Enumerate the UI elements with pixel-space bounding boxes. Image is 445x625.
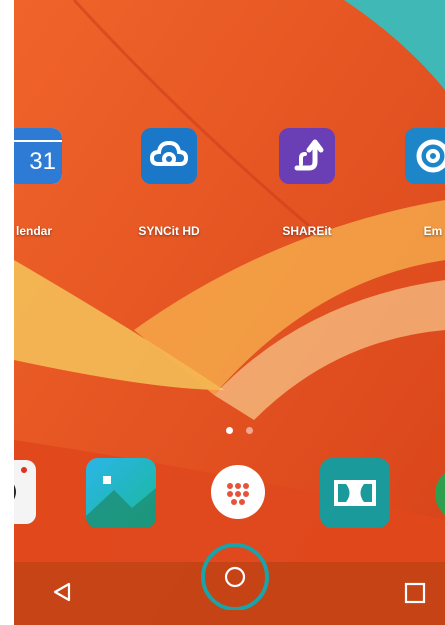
email-at-icon	[405, 128, 445, 184]
phone-home-screen: 31 lendar SYNCit HD SHAREit Em	[14, 0, 445, 625]
app-label: lendar	[15, 224, 52, 238]
home-button[interactable]	[200, 540, 270, 611]
navigation-bar	[14, 543, 445, 625]
wallpaper	[14, 0, 445, 625]
recents-icon	[404, 582, 426, 604]
back-button[interactable]	[50, 580, 74, 604]
calendar-icon: 31	[14, 128, 62, 184]
page-indicator-dot	[226, 427, 233, 434]
back-icon	[53, 582, 71, 602]
app-label: SYNCit HD	[138, 224, 200, 238]
page-indicator-dot	[246, 427, 253, 434]
recents-button[interactable]	[404, 582, 426, 604]
dolby-icon[interactable]	[320, 458, 390, 528]
calendar-day: 31	[14, 142, 62, 184]
app-label: Em	[423, 224, 443, 238]
home-icon	[201, 543, 269, 611]
app-drawer-icon[interactable]	[210, 464, 266, 520]
phone-icon[interactable]	[434, 466, 445, 522]
app-label: SHAREit	[282, 224, 332, 238]
cloud-sync-icon	[141, 128, 197, 184]
share-arrows-icon	[279, 128, 335, 184]
gallery-icon[interactable]	[86, 458, 156, 528]
camera-icon[interactable]	[14, 460, 38, 524]
